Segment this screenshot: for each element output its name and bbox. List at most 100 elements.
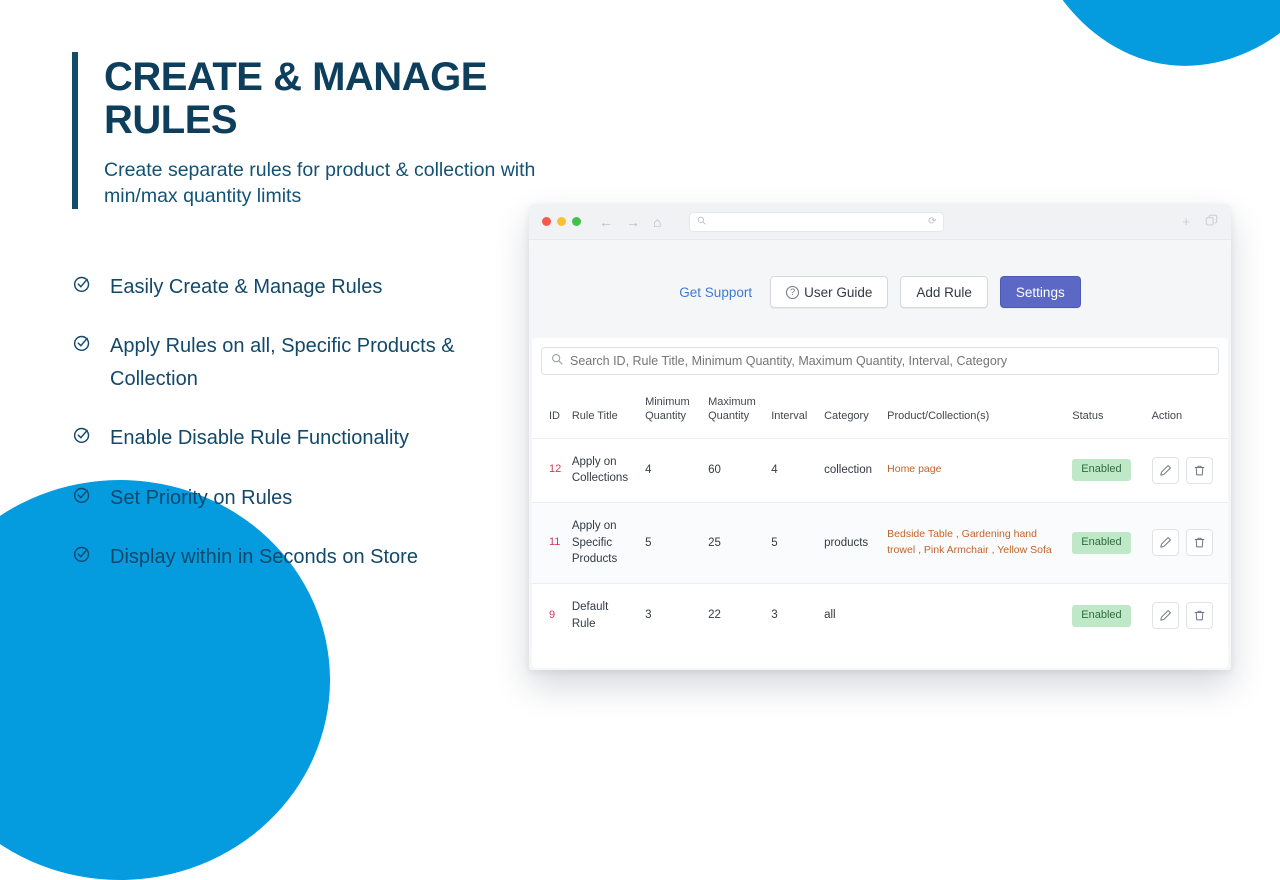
maximize-window-dot[interactable] [572,217,581,226]
delete-button[interactable] [1186,602,1213,629]
row-actions [1152,602,1223,629]
question-mark-icon: ? [786,286,799,299]
list-item: Set Priority on Rules [72,482,542,514]
list-item: Enable Disable Rule Functionality [72,422,542,454]
row-actions [1152,457,1223,484]
status-badge: Enabled [1072,459,1130,481]
row-actions [1152,529,1223,556]
new-tab-plus-icon[interactable]: + [1182,215,1190,228]
feature-list: Easily Create & Manage Rules Apply Rules… [72,271,542,573]
cell-id: 11 [532,502,567,583]
column-header-interval: Interval [766,388,819,438]
search-icon [551,352,563,370]
cell-id: 9 [532,583,567,647]
add-rule-label: Add Rule [916,285,972,300]
cell-id: 12 [532,438,567,502]
reload-icon[interactable]: ⟳ [928,217,936,227]
cell-maximum-quantity: 25 [703,502,766,583]
rules-table: ID Rule Title Minimum Quantity Maximum Q… [532,388,1228,647]
back-arrow-icon[interactable]: ← [599,215,613,229]
cell-action [1147,502,1228,583]
browser-window: ← → ⌂ ⟳ + Get Support [529,204,1231,670]
settings-label: Settings [1016,285,1065,300]
forward-arrow-icon[interactable]: → [626,215,640,229]
cell-maximum-quantity: 22 [703,583,766,647]
decor-shape-top-right [1020,0,1280,82]
check-circle-icon [72,333,92,353]
cell-category: collection [819,438,882,502]
browser-chrome-right: + [1182,214,1218,229]
table-row[interactable]: 11 Apply on Specific Products 5 25 5 pro… [532,502,1228,583]
search-row [532,338,1228,375]
cell-products: Home page [882,438,1067,502]
cell-interval: 5 [766,502,819,583]
cell-action [1147,583,1228,647]
hero-column: CREATE & MANAGE RULES Create separate ru… [72,52,542,573]
rules-card: ID Rule Title Minimum Quantity Maximum Q… [532,338,1228,668]
edit-button[interactable] [1152,457,1179,484]
table-row[interactable]: 9 Default Rule 3 22 3 all Enabled [532,583,1228,647]
list-item: Easily Create & Manage Rules [72,271,542,303]
cell-rule-title: Apply on Collections [567,438,640,502]
cell-minimum-quantity: 5 [640,502,703,583]
column-header-products: Product/Collection(s) [882,388,1067,438]
column-header-status: Status [1067,388,1146,438]
table-row[interactable]: 12 Apply on Collections 4 60 4 collectio… [532,438,1228,502]
list-item: Apply Rules on all, Specific Products & … [72,330,542,395]
delete-button[interactable] [1186,529,1213,556]
column-header-maximum-quantity: Maximum Quantity [703,388,766,438]
cell-products: Bedside Table , Gardening hand trowel , … [882,502,1067,583]
user-guide-button[interactable]: ? User Guide [770,276,888,308]
cell-interval: 3 [766,583,819,647]
search-icon [697,216,706,228]
feature-label: Display within in Seconds on Store [110,541,418,573]
cell-maximum-quantity: 60 [703,438,766,502]
page-title: CREATE & MANAGE RULES [104,56,542,142]
cell-rule-title: Default Rule [567,583,640,647]
close-window-dot[interactable] [542,217,551,226]
traffic-lights [542,217,581,226]
check-circle-icon [72,485,92,505]
check-circle-icon [72,274,92,294]
home-icon[interactable]: ⌂ [653,215,661,229]
user-guide-label: User Guide [804,285,872,300]
cell-status: Enabled [1067,583,1146,647]
url-bar[interactable]: ⟳ [689,212,944,232]
cell-category: all [819,583,882,647]
check-circle-icon [72,544,92,564]
cell-minimum-quantity: 3 [640,583,703,647]
cell-category: products [819,502,882,583]
cell-interval: 4 [766,438,819,502]
edit-button[interactable] [1152,602,1179,629]
column-header-action: Action [1147,388,1228,438]
cell-status: Enabled [1067,438,1146,502]
cell-minimum-quantity: 4 [640,438,703,502]
cell-status: Enabled [1067,502,1146,583]
check-circle-icon [72,425,92,445]
cell-rule-title: Apply on Specific Products [567,502,640,583]
page-subtitle: Create separate rules for product & coll… [104,158,542,209]
add-rule-button[interactable]: Add Rule [900,276,988,308]
cell-action [1147,438,1228,502]
settings-button[interactable]: Settings [1000,276,1081,308]
feature-label: Enable Disable Rule Functionality [110,422,409,454]
search-box[interactable] [541,347,1219,375]
feature-label: Easily Create & Manage Rules [110,271,382,303]
list-item: Display within in Seconds on Store [72,541,542,573]
column-header-id: ID [532,388,567,438]
delete-button[interactable] [1186,457,1213,484]
column-header-rule-title: Rule Title [567,388,640,438]
get-support-link[interactable]: Get Support [679,285,752,300]
table-body: 12 Apply on Collections 4 60 4 collectio… [532,438,1228,647]
edit-button[interactable] [1152,529,1179,556]
title-accent-bar [72,52,78,209]
column-header-category: Category [819,388,882,438]
app-action-bar: Get Support ? User Guide Add Rule Settin… [529,240,1231,338]
minimize-window-dot[interactable] [557,217,566,226]
tabs-overview-icon[interactable] [1205,214,1218,229]
hero-title-block: CREATE & MANAGE RULES Create separate ru… [72,52,542,209]
table-header: ID Rule Title Minimum Quantity Maximum Q… [532,388,1228,438]
feature-label: Apply Rules on all, Specific Products & … [110,330,520,395]
feature-label: Set Priority on Rules [110,482,292,514]
search-input[interactable] [570,354,1209,368]
